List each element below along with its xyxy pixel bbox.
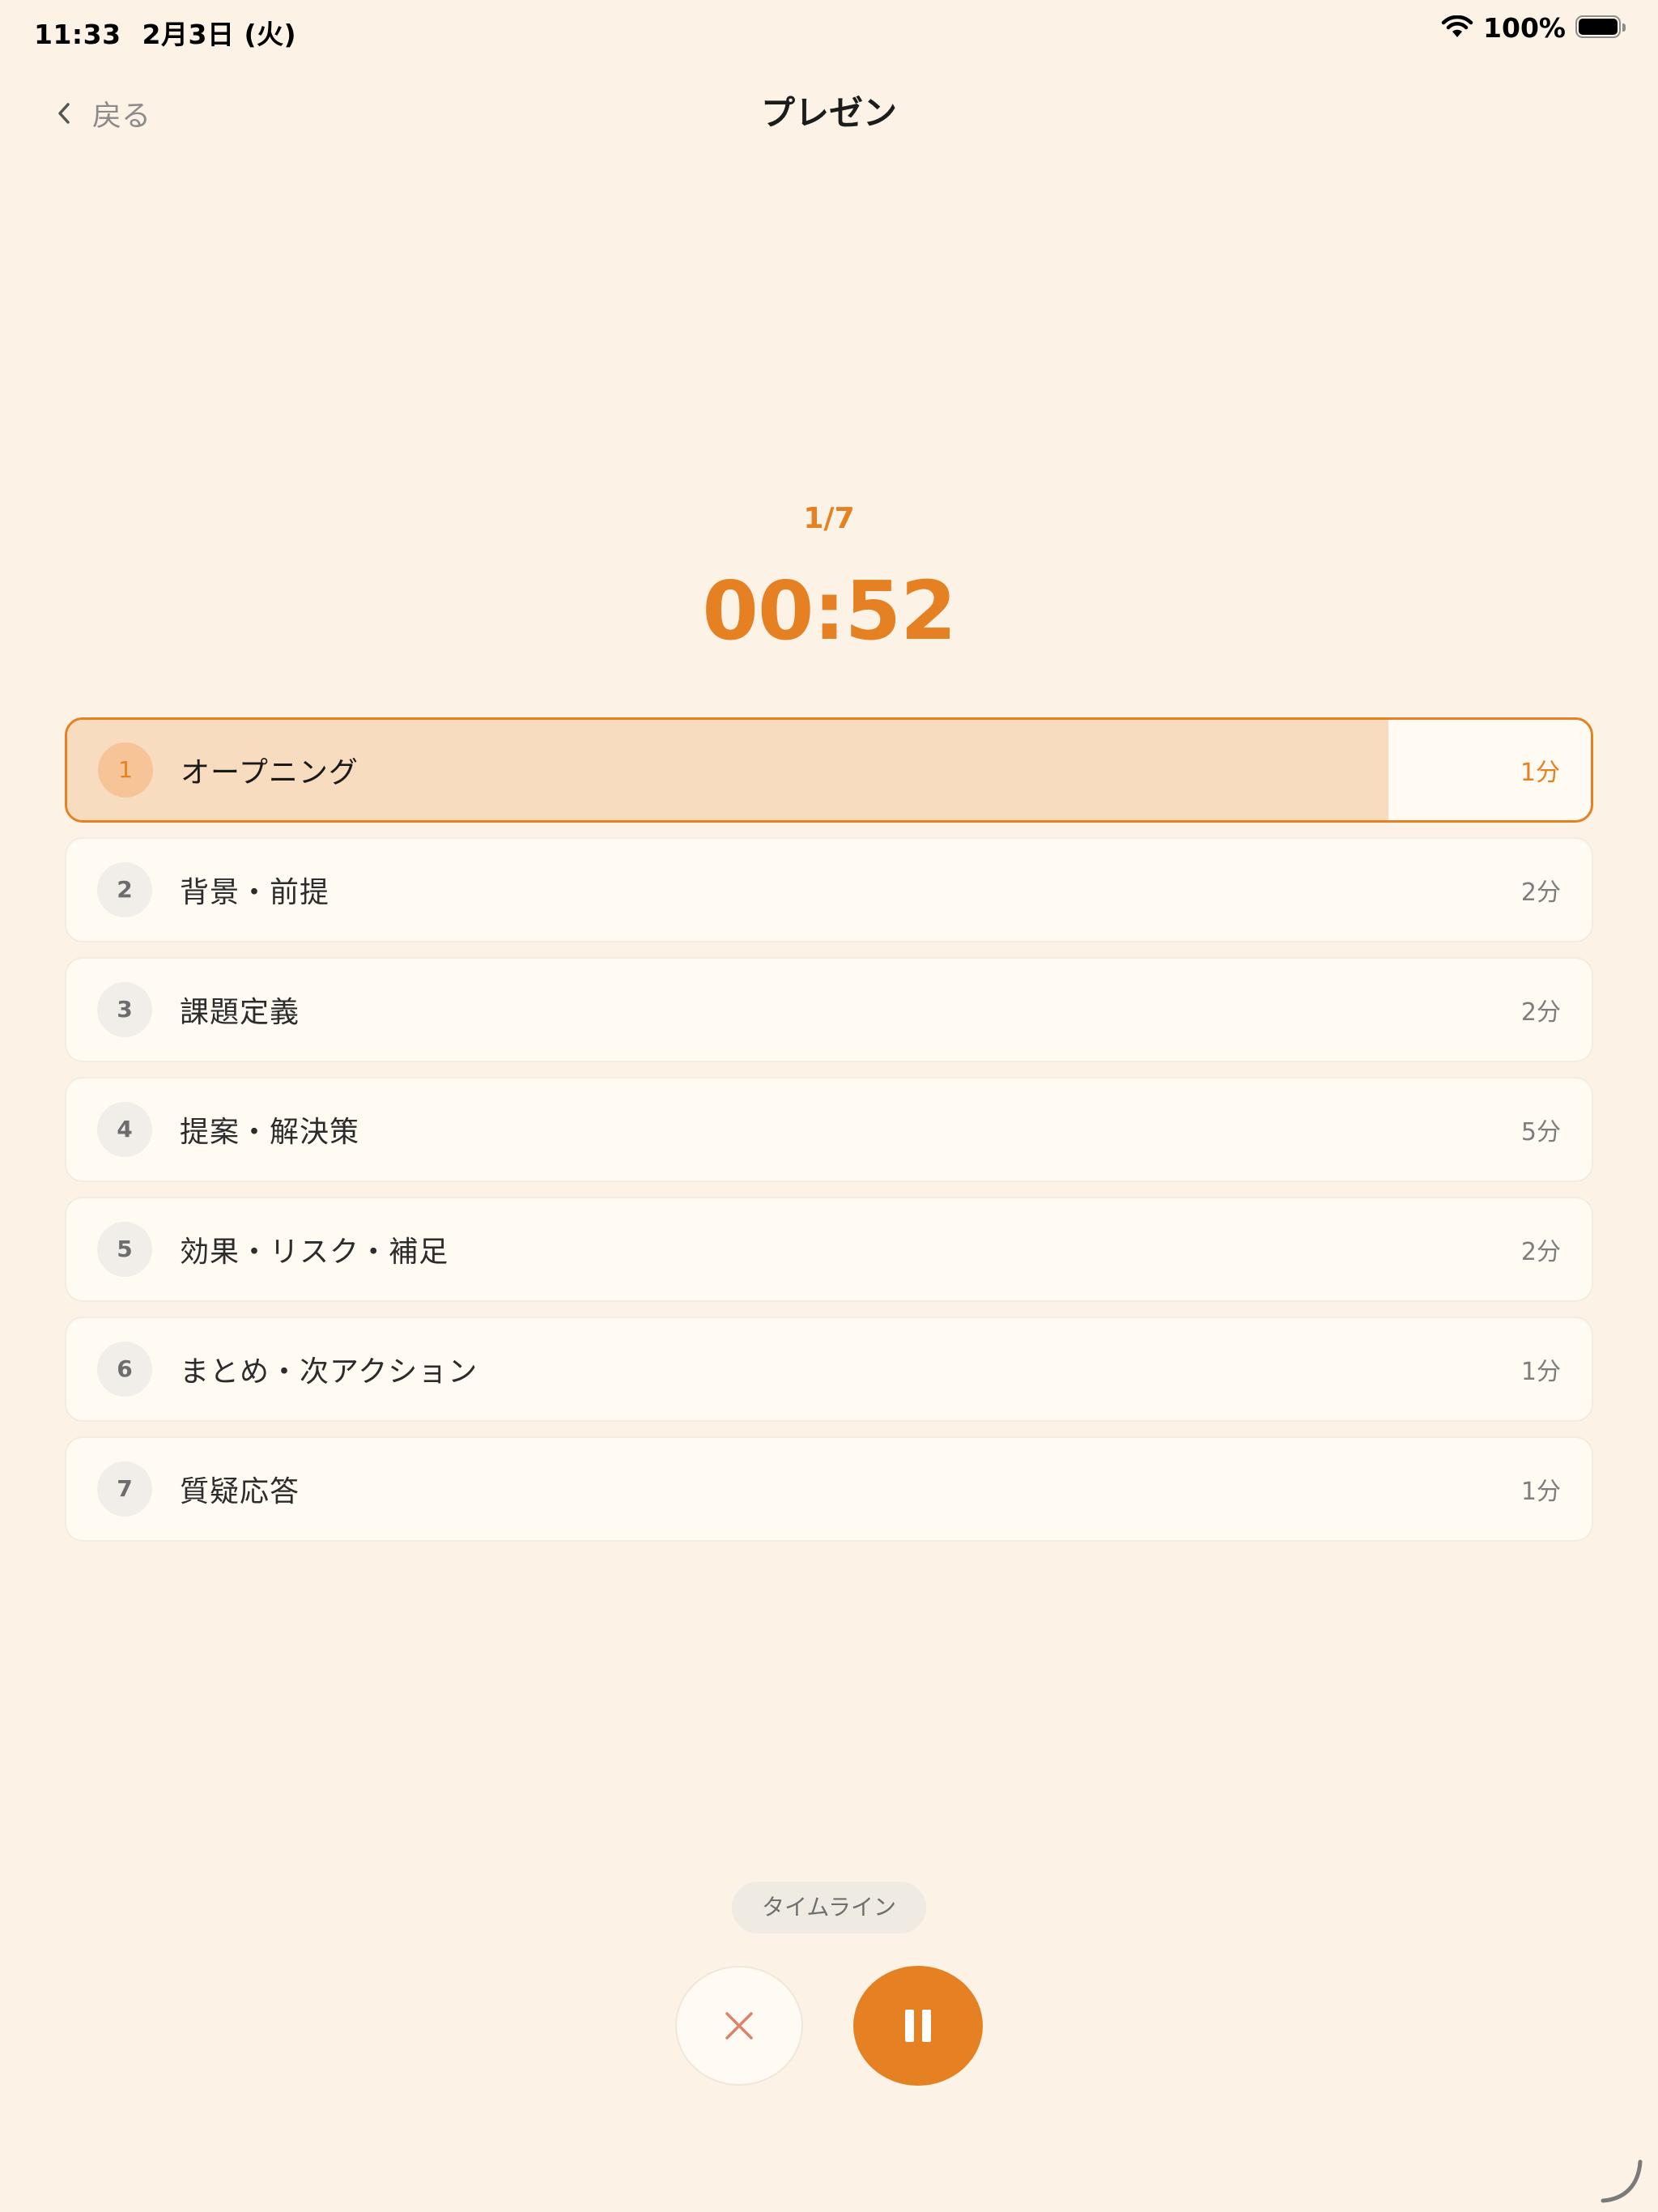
status-time: 11:33 (34, 19, 121, 50)
segment-duration: 1分 (1520, 759, 1560, 787)
segment-number: 4 (97, 1102, 152, 1157)
stop-button[interactable] (675, 1966, 803, 2086)
pause-button[interactable] (853, 1966, 983, 2086)
wifi-icon (1441, 15, 1473, 37)
segment-row[interactable]: 6 まとめ・次アクション 1分 (65, 1317, 1593, 1422)
segment-duration: 1分 (1520, 1358, 1561, 1386)
segment-list: 1 オープニング 1分 2 背景・前提 2分 3 課題定義 2分 4 提案・解決策 5分 5 効果・リスク… (65, 717, 1593, 1556)
pause-icon (905, 2010, 931, 2042)
segment-label: 質疑応答 (180, 1475, 300, 1508)
battery-icon (1575, 15, 1627, 40)
segment-label: 効果・リスク・補足 (180, 1236, 449, 1269)
step-counter: 1/7 (803, 502, 855, 535)
segment-number: 6 (97, 1342, 152, 1397)
segment-label: 提案・解決策 (180, 1116, 360, 1149)
back-label: 戻る (92, 100, 151, 133)
page-title: プレゼン (760, 93, 897, 133)
segment-row[interactable]: 1 オープニング 1分 (65, 717, 1593, 823)
segment-number: 3 (97, 982, 152, 1037)
timeline-button[interactable]: タイムライン (732, 1882, 926, 1933)
corner-gesture-icon (1601, 2159, 1643, 2203)
back-button[interactable]: 戻る (57, 91, 151, 136)
segment-row[interactable]: 5 効果・リスク・補足 2分 (65, 1197, 1593, 1302)
segment-number: 5 (97, 1222, 152, 1277)
battery-percentage: 100% (1483, 11, 1566, 44)
segment-label: 課題定義 (180, 996, 300, 1029)
segment-number: 2 (97, 862, 152, 917)
segment-duration: 1分 (1520, 1478, 1561, 1506)
segment-number: 1 (98, 742, 153, 798)
segment-label: まとめ・次アクション (180, 1355, 478, 1389)
close-icon (725, 2012, 753, 2040)
segment-row[interactable]: 7 質疑応答 1分 (65, 1436, 1593, 1542)
status-bar: 11:33 2月3日 (火) 100% (0, 0, 1658, 57)
segment-duration: 5分 (1520, 1118, 1561, 1146)
segment-duration: 2分 (1520, 878, 1561, 907)
status-date: 2月3日 (火) (142, 19, 297, 50)
segment-label: 背景・前提 (180, 876, 330, 909)
segment-duration: 2分 (1520, 1238, 1561, 1266)
segment-row[interactable]: 3 課題定義 2分 (65, 957, 1593, 1062)
chevron-left-icon (58, 103, 70, 124)
segment-number: 7 (97, 1461, 152, 1516)
segment-row[interactable]: 4 提案・解決策 5分 (65, 1077, 1593, 1182)
segment-label: オープニング (181, 756, 359, 789)
status-time-date: 11:33 2月3日 (火) (34, 13, 296, 52)
countdown-timer: 00:52 (702, 564, 956, 658)
segment-duration: 2分 (1520, 998, 1561, 1027)
status-indicators: 100% (1441, 11, 1627, 44)
segment-row[interactable]: 2 背景・前提 2分 (65, 837, 1593, 942)
